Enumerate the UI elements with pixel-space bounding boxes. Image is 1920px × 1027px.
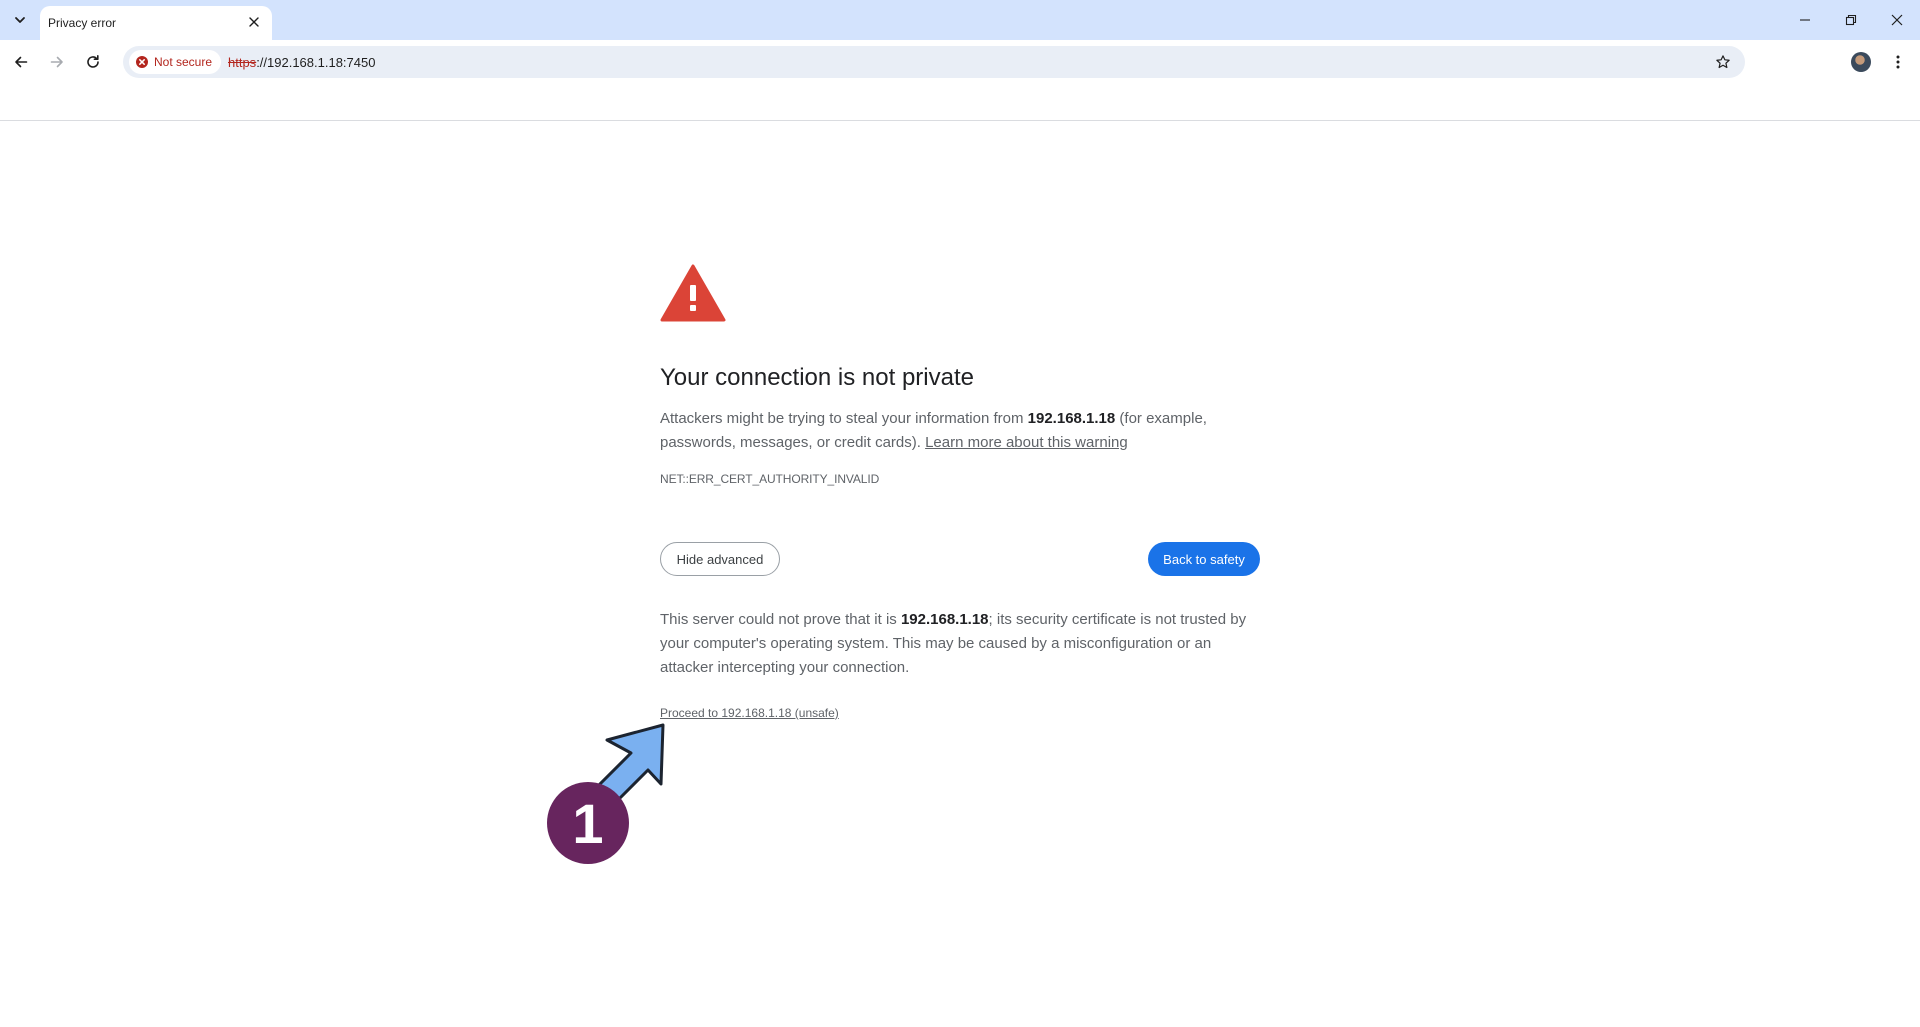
chevron-down-icon: [15, 17, 25, 23]
close-icon: [1891, 14, 1903, 26]
bookmark-button[interactable]: [1711, 50, 1735, 74]
page-title: Your connection is not private: [660, 364, 974, 391]
tab-title: Privacy error: [48, 16, 117, 30]
menu-button[interactable]: [1884, 48, 1912, 76]
forward-button[interactable]: [43, 48, 71, 76]
tab-strip: Privacy error: [0, 0, 1920, 40]
hide-advanced-button[interactable]: Hide advanced: [660, 542, 780, 576]
arrow-right-icon: [50, 56, 63, 68]
close-window-button[interactable]: [1874, 0, 1920, 40]
warning-triangle-icon: [660, 264, 726, 322]
not-secure-label: Not secure: [154, 55, 213, 69]
learn-more-link[interactable]: Learn more about this warning: [925, 434, 1128, 451]
address-bar[interactable]: Not secure https://192.168.1.18:7450: [123, 46, 1745, 78]
annotation-step-badge: 1: [547, 782, 629, 864]
tab-close-button[interactable]: [244, 12, 264, 32]
url-scheme: https: [228, 55, 257, 70]
back-button[interactable]: [7, 48, 35, 76]
kebab-menu-icon: [1896, 55, 1900, 69]
url-host: ://192.168.1.18:7450: [256, 55, 376, 70]
intro-text: Attackers might be trying to steal your …: [660, 410, 1028, 427]
star-icon: [1716, 55, 1730, 69]
profile-avatar[interactable]: [1851, 52, 1871, 72]
arrow-left-icon: [15, 56, 28, 68]
restore-button[interactable]: [1828, 0, 1874, 40]
error-code: NET::ERR_CERT_AUTHORITY_INVALID: [660, 472, 880, 486]
reload-icon: [87, 55, 99, 68]
details-text: This server could not prove that it is: [660, 611, 901, 628]
tab-search-button[interactable]: [8, 8, 32, 32]
minimize-button[interactable]: [1782, 0, 1828, 40]
intro-paragraph: Attackers might be trying to steal your …: [660, 407, 1260, 455]
error-circle-icon: [136, 56, 148, 68]
details-host-name: 192.168.1.18: [900, 611, 989, 628]
reload-button[interactable]: [79, 48, 107, 76]
restore-icon: [1845, 14, 1857, 26]
minimize-icon: [1800, 19, 1810, 21]
proceed-unsafe-link[interactable]: Proceed to 192.168.1.18 (unsafe): [660, 706, 839, 720]
host-name: 192.168.1.18: [1027, 410, 1116, 427]
tab-privacy-error[interactable]: Privacy error: [40, 6, 272, 40]
toolbar: Not secure https://192.168.1.18:7450: [0, 40, 1920, 121]
security-chip[interactable]: Not secure: [129, 50, 222, 74]
close-icon: [249, 17, 259, 27]
url-text[interactable]: https://192.168.1.18:7450: [228, 55, 375, 70]
details-paragraph: This server could not prove that it is 1…: [660, 608, 1260, 680]
back-to-safety-button[interactable]: Back to safety: [1148, 542, 1260, 576]
